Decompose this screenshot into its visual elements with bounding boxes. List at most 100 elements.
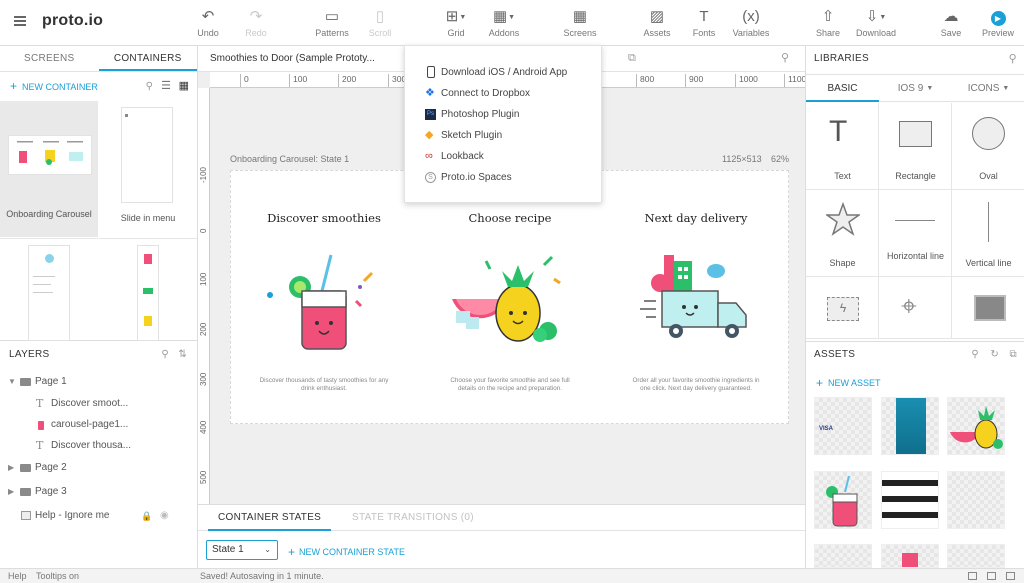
- redo-button[interactable]: ↷ Redo: [228, 8, 284, 38]
- tab-container-states[interactable]: CONTAINER STATES: [208, 505, 332, 531]
- chevron-right-icon[interactable]: ▶: [8, 458, 14, 478]
- library-item-vertical-line[interactable]: Vertical line: [952, 190, 1024, 277]
- new-container-state-button[interactable]: + NEW CONTAINER STATE: [288, 545, 405, 559]
- tab-screens[interactable]: SCREENS: [0, 46, 99, 71]
- grid-view-icon[interactable]: ▦: [179, 72, 189, 101]
- layer-item[interactable]: ▼ Page 1: [0, 372, 197, 392]
- folder-icon: [20, 378, 31, 386]
- new-container-button[interactable]: + NEW CONTAINER ⚲ ☰ ▦: [0, 72, 197, 101]
- container-thumb-slide-menu[interactable]: Slide in menu: [99, 101, 197, 237]
- states-tabs: CONTAINER STATES STATE TRANSITIONS (0): [198, 505, 805, 531]
- sort-icon[interactable]: ⇅: [178, 342, 187, 368]
- menu-item-download-app[interactable]: Download iOS / Android App: [405, 62, 601, 83]
- asset-thumbnail[interactable]: [881, 397, 939, 455]
- asset-thumbnail[interactable]: [814, 544, 872, 568]
- left-panel: SCREENS CONTAINERS + NEW CONTAINER ⚲ ☰ ▦ …: [0, 46, 198, 568]
- library-item-oval[interactable]: Oval: [952, 103, 1024, 190]
- scroll-icon: ▯: [375, 8, 385, 25]
- crosshair-icon: ⌖: [901, 290, 917, 321]
- ruler-tick: 900: [685, 74, 703, 87]
- thumb-fruit: [143, 288, 153, 294]
- variables-button[interactable]: (x) Variables: [723, 8, 779, 38]
- layer-item[interactable]: T Discover smoot...: [0, 394, 197, 414]
- assets-header: ASSETS ⚲ ↻ ⧉: [806, 341, 1024, 367]
- library-item-image[interactable]: [952, 277, 1024, 339]
- menu-item-spaces[interactable]: S Proto.io Spaces: [405, 167, 601, 188]
- layer-item[interactable]: Help - Ignore me 🔒 ◉: [0, 506, 197, 526]
- tab-icons[interactable]: ICONS ▼: [952, 75, 1024, 102]
- asset-thumbnail[interactable]: [881, 544, 939, 568]
- addons-dropdown-menu: Download iOS / Android App ❖ Connect to …: [404, 45, 602, 203]
- new-asset-button[interactable]: + NEW ASSET: [816, 376, 881, 390]
- search-icon[interactable]: ⚲: [161, 342, 169, 368]
- asset-thumbnail[interactable]: [814, 471, 872, 529]
- search-icon[interactable]: ⚲: [971, 342, 979, 368]
- library-item-hotspot[interactable]: ϟ: [806, 277, 879, 339]
- tab-state-transitions[interactable]: STATE TRANSITIONS (0): [352, 505, 474, 531]
- zoom-level[interactable]: 62%: [771, 154, 789, 164]
- copy-icon[interactable]: ⧉: [628, 52, 636, 65]
- carousel-slide[interactable]: Discover smoothies Discover thousands of…: [231, 171, 417, 425]
- carousel-slide[interactable]: Next day delivery Order all your favorit…: [603, 171, 789, 425]
- play-icon: ▶: [970, 8, 1024, 26]
- screens-button[interactable]: ▦ Screens: [552, 8, 608, 38]
- library-item-shape[interactable]: Shape: [806, 190, 879, 277]
- copy-icon[interactable]: ⧉: [1010, 342, 1017, 368]
- zoom-icon[interactable]: ⚲: [781, 51, 789, 64]
- chevron-down-icon[interactable]: ▼: [8, 372, 16, 392]
- thumb-line: [33, 292, 53, 293]
- lock-icon[interactable]: 🔒: [141, 506, 152, 526]
- ruler-tick: 800: [636, 74, 654, 87]
- layers-header: LAYERS ⚲ ⇅: [0, 342, 197, 368]
- folder-icon: [20, 488, 31, 496]
- container-thumb-4[interactable]: [99, 238, 197, 341]
- menu-icon[interactable]: [14, 16, 26, 26]
- menu-item-sketch[interactable]: ◆ Sketch Plugin: [405, 125, 601, 146]
- asset-stripe: [882, 512, 938, 518]
- asset-thumbnail[interactable]: [947, 471, 1005, 529]
- bottom-panel-toggle-icon[interactable]: [987, 572, 996, 580]
- help-link[interactable]: Help: [8, 569, 27, 583]
- app-logo[interactable]: proto.io: [42, 12, 103, 30]
- state-select[interactable]: State 1 ⌄: [206, 540, 278, 560]
- tab-basic[interactable]: BASIC: [806, 75, 879, 102]
- tab-containers[interactable]: CONTAINERS: [98, 46, 197, 71]
- menu-item-lookback[interactable]: ∞ Lookback: [405, 146, 601, 167]
- asset-thumbnail[interactable]: VISA: [814, 397, 872, 455]
- preview-button[interactable]: ▶ Preview: [970, 8, 1024, 38]
- left-panel-toggle-icon[interactable]: [968, 572, 977, 580]
- library-item-crosshair[interactable]: ⌖: [879, 277, 952, 339]
- chevron-down-icon: ▼: [926, 85, 934, 92]
- refresh-icon[interactable]: ↻: [990, 342, 999, 368]
- layer-item[interactable]: ▶ Page 2: [0, 458, 197, 478]
- menu-item-dropbox[interactable]: ❖ Connect to Dropbox: [405, 83, 601, 104]
- tooltips-toggle[interactable]: Tooltips on: [36, 569, 79, 583]
- asset-thumbnail[interactable]: [947, 397, 1005, 455]
- chevron-right-icon[interactable]: ▶: [8, 482, 14, 502]
- search-icon[interactable]: ⚲: [146, 72, 153, 101]
- asset-thumbnail[interactable]: [881, 471, 939, 529]
- layer-item[interactable]: ▶ Page 3: [0, 482, 197, 502]
- project-title[interactable]: Smoothies to Door (Sample Prototy...: [210, 53, 375, 64]
- library-item-horizontal-line[interactable]: Horizontal line: [879, 190, 952, 277]
- asset-thumbnail[interactable]: [947, 544, 1005, 568]
- artboard[interactable]: Discover smoothies Discover thousands of…: [230, 170, 789, 424]
- carousel-slide[interactable]: Choose recipe Choose your favorite smoot…: [417, 171, 603, 425]
- addons-button[interactable]: ▦▼ Addons: [476, 8, 532, 38]
- layer-item[interactable]: T Discover thousa...: [0, 436, 197, 456]
- container-thumb-onboarding[interactable]: Onboarding Carousel: [0, 101, 98, 237]
- tab-ios9[interactable]: IOS 9 ▼: [879, 75, 952, 102]
- library-item-rectangle[interactable]: Rectangle: [879, 103, 952, 190]
- layer-item[interactable]: carousel-page1...: [0, 415, 197, 435]
- list-view-icon[interactable]: ☰: [161, 72, 171, 101]
- menu-item-photoshop[interactable]: Ps Photoshop Plugin: [405, 104, 601, 125]
- library-item-text[interactable]: T Text: [806, 103, 879, 190]
- search-icon[interactable]: ⚲: [1009, 46, 1017, 72]
- download-button[interactable]: ⇩▼ Download: [848, 8, 904, 38]
- eye-icon[interactable]: ◉: [160, 506, 169, 526]
- right-panel-toggle-icon[interactable]: [1006, 572, 1015, 580]
- container-thumb-3[interactable]: [0, 238, 98, 341]
- scroll-button[interactable]: ▯ Scroll: [352, 8, 408, 38]
- asset-fruit-illustration: [950, 406, 1003, 449]
- photoshop-icon: Ps: [425, 109, 436, 120]
